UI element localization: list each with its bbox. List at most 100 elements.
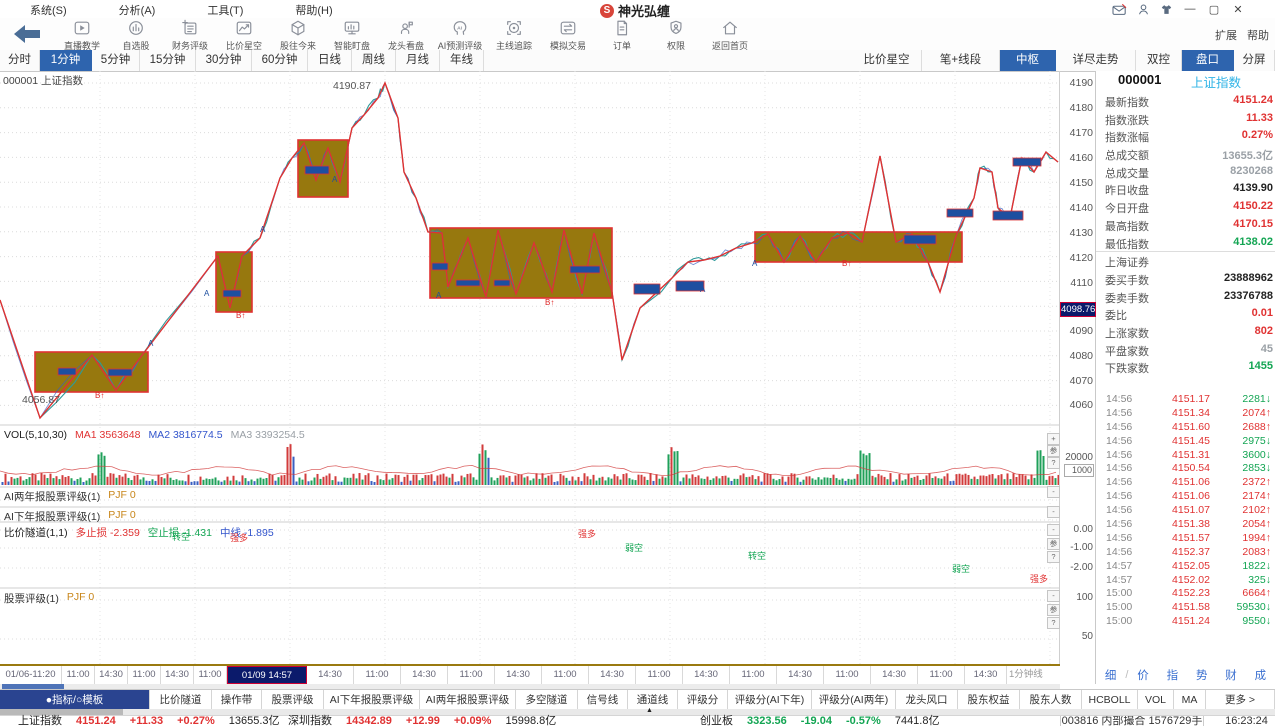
back-button[interactable] xyxy=(12,23,46,47)
message-icon[interactable] xyxy=(1112,3,1127,16)
tick-row: 15:004151.5859530↓ xyxy=(1096,601,1275,615)
toolbar-item-5[interactable]: 智能盯盘 xyxy=(325,18,379,50)
stock-name[interactable]: 上证指数 xyxy=(1191,72,1241,91)
period-tab-2[interactable]: 5分钟 xyxy=(92,50,140,71)
menu-item-2[interactable]: 工具(T) xyxy=(181,0,269,18)
pane-button[interactable]: - xyxy=(1047,524,1060,536)
period-tab-3[interactable]: 15分钟 xyxy=(140,50,196,71)
indicator-tab-15[interactable]: HCBOLL xyxy=(1082,690,1138,710)
indicator-tab-17[interactable]: MA xyxy=(1174,690,1206,710)
indicator-tab-16[interactable]: VOL xyxy=(1138,690,1174,710)
time-axis-cell: 11:00 xyxy=(194,666,227,684)
indicator-tab-11[interactable]: 评级分(AI两年) xyxy=(812,690,896,710)
tick-price: 4151.07 xyxy=(1158,504,1210,516)
y-axis-label: 4160 xyxy=(1062,152,1093,164)
pane-button[interactable]: - xyxy=(1047,506,1060,518)
minimize-button[interactable]: — xyxy=(1183,3,1197,15)
menu-item-1[interactable]: 分析(A) xyxy=(93,0,182,18)
maximize-button[interactable]: ▢ xyxy=(1207,3,1221,16)
tick-time: 14:56 xyxy=(1106,449,1132,461)
indicator-tab-13[interactable]: 股东权益 xyxy=(958,690,1020,710)
tick-time: 15:00 xyxy=(1106,587,1132,599)
indicator-tab-14[interactable]: 股东人数 xyxy=(1020,690,1082,710)
home-icon xyxy=(720,18,740,40)
toolbar-item-3[interactable]: 比价星空 xyxy=(217,18,271,50)
main-chart[interactable]: AAAAAAAB↑B↑B↑B↑ xyxy=(0,71,1060,664)
pane-value: PJF 0 xyxy=(108,509,135,524)
svg-text:A: A xyxy=(436,291,442,300)
indicator-tab-0[interactable]: ●指标/○模板 xyxy=(0,690,150,710)
quote-mini-tab-3[interactable]: 势 xyxy=(1187,667,1216,683)
toolbar-item-9[interactable]: 模拟交易 xyxy=(541,18,595,50)
pane-button[interactable]: - xyxy=(1047,486,1060,498)
view-tab-1[interactable]: 笔+线段 xyxy=(922,50,1000,71)
toolbar-item-2[interactable]: 财务评级 xyxy=(163,18,217,50)
panel-tab-2[interactable]: 分屏 xyxy=(1234,50,1275,71)
toolbar-item-4[interactable]: 股往今来 xyxy=(271,18,325,50)
pane-button[interactable]: ? xyxy=(1047,617,1060,629)
pane-name: AI两年报股票评级(1) xyxy=(4,489,100,504)
pane-button[interactable]: ? xyxy=(1047,457,1060,469)
close-button[interactable]: ✕ xyxy=(1231,3,1245,16)
toolbar-item-12[interactable]: 返回首页 xyxy=(703,18,757,50)
panel-tab-0[interactable]: 双控 xyxy=(1136,50,1182,71)
period-tab-0[interactable]: 分时 xyxy=(0,50,40,71)
period-tab-9[interactable]: 年线 xyxy=(440,50,484,71)
menu-item-0[interactable]: 系统(S) xyxy=(4,0,93,18)
quote-mini-tab-1[interactable]: 价 xyxy=(1128,667,1157,683)
period-tab-8[interactable]: 月线 xyxy=(396,50,440,71)
period-tab-6[interactable]: 日线 xyxy=(308,50,352,71)
toolbar-link-1[interactable]: 帮助 xyxy=(1247,27,1269,43)
quote-field-row: 上海证券 xyxy=(1096,251,1275,270)
indicator-tab-10[interactable]: 评级分(AI下年) xyxy=(728,690,812,710)
menu-item-3[interactable]: 帮助(H) xyxy=(269,0,358,18)
period-tab-7[interactable]: 周线 xyxy=(352,50,396,71)
view-tab-3[interactable]: 详尽走势 xyxy=(1056,50,1136,71)
indicator-tab-3[interactable]: 股票评级 xyxy=(262,690,324,710)
view-tab-2[interactable]: 中枢 xyxy=(1000,50,1056,71)
pane-button[interactable]: 参 xyxy=(1047,445,1060,457)
indicator-tab-12[interactable]: 龙头风口 xyxy=(896,690,958,710)
period-tab-1[interactable]: 1分钟 xyxy=(40,50,92,71)
pane-button[interactable]: + xyxy=(1047,433,1060,445)
indicator-tab-6[interactable]: 多空隧道 xyxy=(516,690,578,710)
user-icon[interactable] xyxy=(1137,3,1150,16)
pane-button[interactable]: 参 xyxy=(1047,538,1060,550)
toolbar-item-1[interactable]: 自选股 xyxy=(109,18,163,50)
toolbar-item-7[interactable]: AIAI预测评级 xyxy=(433,18,487,50)
toolbar-item-11[interactable]: 权限 xyxy=(649,18,703,50)
quote-mini-tab-0[interactable]: 细 xyxy=(1096,667,1125,683)
indicator-tab-1[interactable]: 比价隧道 xyxy=(150,690,212,710)
indicator-tab-4[interactable]: AI下年报股票评级 xyxy=(324,690,420,710)
tick-row: 14:564151.062174↑ xyxy=(1096,490,1275,504)
tick-time: 14:56 xyxy=(1106,407,1132,419)
quote-mini-tab-2[interactable]: 指 xyxy=(1158,667,1187,683)
quote-mini-tab-5[interactable]: 成 xyxy=(1246,667,1275,683)
toolbar-item-8[interactable]: 主线追踪 xyxy=(487,18,541,50)
pane-button[interactable]: 参 xyxy=(1047,604,1060,616)
period-tab-5[interactable]: 60分钟 xyxy=(252,50,308,71)
pane-button[interactable]: ? xyxy=(1047,551,1060,563)
pane-button[interactable]: - xyxy=(1047,590,1060,602)
time-axis-cell: 14:30 xyxy=(495,666,542,684)
toolbar-link-0[interactable]: 扩展 xyxy=(1215,27,1237,43)
vip-shirt-icon[interactable] xyxy=(1160,3,1173,16)
panel-tab-1[interactable]: 盘口 xyxy=(1182,50,1234,71)
toolbar-item-10[interactable]: 订单 xyxy=(595,18,649,50)
quote-mini-tab-4[interactable]: 财 xyxy=(1216,667,1245,683)
main-toolbar: 直播教学自选股财务评级比价星空股往今来智能盯盘龙头看盘AIAI预测评级主线追踪模… xyxy=(0,18,1275,51)
indicator-tab-5[interactable]: AI两年报股票评级 xyxy=(420,690,516,710)
indicator-tab-9[interactable]: 评级分 xyxy=(678,690,728,710)
indicator-tab-2[interactable]: 操作带 xyxy=(212,690,262,710)
indicator-tab-8[interactable]: 通道线 xyxy=(628,690,678,710)
status-index-amount: 15998.8亿 xyxy=(505,716,556,726)
order-info: 003816 内部撮合 1576729手 xyxy=(1060,716,1204,726)
view-tab-0[interactable]: 比价星空 xyxy=(852,50,922,71)
indicator-tab-18[interactable]: 更多 > xyxy=(1206,690,1275,710)
status-index-group: 创业板3323.56-19.04-0.57%7441.8亿 xyxy=(700,716,939,726)
tick-price: 4151.31 xyxy=(1158,449,1210,461)
period-tab-4[interactable]: 30分钟 xyxy=(196,50,252,71)
indicator-tab-7[interactable]: 信号线 xyxy=(578,690,628,710)
toolbar-item-6[interactable]: 龙头看盘 xyxy=(379,18,433,50)
toolbar-item-0[interactable]: 直播教学 xyxy=(55,18,109,50)
